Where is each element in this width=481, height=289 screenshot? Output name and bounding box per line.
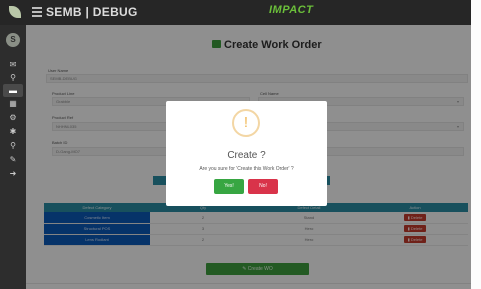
grid-icon[interactable]: ▦ — [3, 97, 23, 110]
sidebar: S ✉ ⚲ ▬ ▦ ⚙ ✱ ⚲ ✎ ➜ — [0, 25, 26, 289]
gear-icon[interactable]: ✱ — [3, 125, 23, 138]
window-edge — [471, 0, 481, 289]
warning-icon: ! — [232, 109, 260, 137]
hamburger-menu-icon[interactable] — [32, 7, 42, 17]
dialog-title: Create ? — [227, 150, 266, 161]
confirm-dialog: ! Create ? Are you sure for 'Create this… — [166, 101, 327, 206]
warning-icon-glyph: ! — [243, 114, 249, 131]
wrench-icon[interactable]: ✎ — [3, 153, 23, 166]
leaf-logo-icon — [9, 6, 21, 18]
app-window: SEMB | DEBUG IMPACT S ✉ ⚲ ▬ ▦ ⚙ ✱ ⚲ ✎ ➜ … — [0, 0, 481, 289]
brand-logo: IMPACT — [269, 4, 314, 16]
search-icon[interactable]: ⚲ — [3, 139, 23, 152]
search-icon[interactable]: ⚲ — [3, 71, 23, 84]
confirm-no-button[interactable]: No! — [248, 179, 278, 194]
logout-icon[interactable]: ➜ — [3, 167, 23, 180]
avatar[interactable]: S — [6, 33, 20, 47]
app-title: SEMB | DEBUG — [46, 5, 138, 19]
card-icon[interactable]: ▬ — [3, 84, 23, 97]
confirm-yes-button[interactable]: Yes! — [214, 179, 244, 194]
inbox-icon[interactable]: ✉ — [3, 58, 23, 71]
top-bar: SEMB | DEBUG IMPACT — [0, 0, 471, 25]
dialog-message: Are you sure for 'Create this Work Order… — [199, 166, 294, 172]
settings-icon[interactable]: ⚙ — [3, 111, 23, 124]
